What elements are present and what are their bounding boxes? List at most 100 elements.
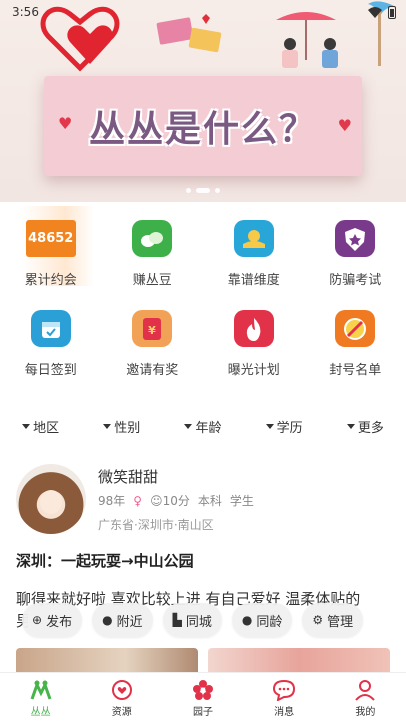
post-username[interactable]: 微笑甜甜 xyxy=(98,466,158,487)
filter-bar: 地区 性别 年龄 学历 更多 xyxy=(0,412,406,440)
grid-item-invite-reward[interactable]: ¥ 邀请有奖 xyxy=(102,296,204,378)
grid-item-label: 曝光计划 xyxy=(227,363,280,378)
post-meta: 98年 ♀ ☺10分 本科 学生 xyxy=(98,492,254,509)
grid-item-exposure-plan[interactable]: 曝光计划 xyxy=(203,296,305,378)
heart-icon: ♥ xyxy=(337,116,352,135)
counter-badge: 48652 xyxy=(25,220,76,257)
chip-label: 发布 xyxy=(46,614,73,630)
tab-garden[interactable]: 园子 xyxy=(173,677,233,718)
grid-item-label: 封号名单 xyxy=(329,363,382,378)
tab-mine[interactable]: 我的 xyxy=(335,677,395,718)
caret-down-icon xyxy=(103,423,112,429)
score-value: 10分 xyxy=(162,494,190,508)
battery-icon xyxy=(388,5,396,19)
manage-button[interactable]: ⚙ 管理 xyxy=(302,603,364,637)
filter-education[interactable]: 学历 xyxy=(265,417,303,436)
carousel-dot xyxy=(186,188,191,193)
chip-label: 管理 xyxy=(327,614,354,630)
chip-label: 附近 xyxy=(116,614,143,630)
birth-year: 98年 xyxy=(98,494,126,508)
tab-messages[interactable]: 消息 xyxy=(254,677,314,718)
post-location: 广东省·深圳市·南山区 xyxy=(98,518,214,532)
top-banner[interactable]: ♥ 丛丛是什么？ ♥ xyxy=(0,0,406,202)
person-icon: ● xyxy=(102,613,113,627)
filter-label: 更多 xyxy=(357,420,384,436)
tab-congcong[interactable]: 丛丛 xyxy=(11,677,71,718)
female-icon: ♀ xyxy=(133,493,143,508)
grid-item-label: 赚丛豆 xyxy=(132,273,172,288)
tab-label: 消息 xyxy=(274,707,295,718)
occupation: 学生 xyxy=(229,494,254,508)
banner-title: 丛丛是什么？ xyxy=(88,109,317,150)
red-envelope-icon: ¥ xyxy=(132,310,173,347)
grid-item-label: 累计约会 xyxy=(24,273,77,288)
flower-icon xyxy=(191,677,215,703)
same-age-button[interactable]: ● 同龄 xyxy=(231,603,293,637)
handshake-icon xyxy=(233,220,274,257)
heart-icon: ♥ xyxy=(58,114,73,133)
grid-item-reliability[interactable]: 靠谱维度 xyxy=(203,206,305,288)
person-icon: ● xyxy=(241,613,253,627)
gear-icon: ⚙ xyxy=(312,613,324,627)
tab-resources[interactable]: 资源 xyxy=(92,677,152,718)
chip-label: 同城 xyxy=(185,614,212,630)
post-image[interactable] xyxy=(208,648,390,674)
bottom-tab-bar: 丛丛 资源 园子 消息 我的 xyxy=(0,672,406,722)
filter-age[interactable]: 年龄 xyxy=(184,417,221,436)
grid-item-anti-fraud-exam[interactable]: 防骗考试 xyxy=(305,206,406,288)
carousel-dot xyxy=(215,188,220,193)
avatar[interactable] xyxy=(16,464,86,534)
status-bar: 3:56 xyxy=(0,0,406,24)
carousel-indicator xyxy=(0,188,406,193)
avatar-face xyxy=(40,490,62,514)
calendar-check-icon xyxy=(30,310,71,347)
grid-item-daily-checkin[interactable]: 每日签到 xyxy=(0,296,102,378)
filter-more[interactable]: 更多 xyxy=(346,417,384,436)
grid-item-label: 每日签到 xyxy=(24,363,77,378)
grid-item-earn-beans[interactable]: 赚丛豆 xyxy=(102,206,204,288)
nearby-button[interactable]: ● 附近 xyxy=(92,603,153,637)
chip-label: 同龄 xyxy=(256,614,283,630)
filter-region[interactable]: 地区 xyxy=(22,417,59,436)
banner-card: ♥ 丛丛是什么？ ♥ xyxy=(44,76,362,176)
quick-action-chips: ⊕ 发布 ● 附近 ▙ 同城 ● 同龄 ⚙ 管理 xyxy=(22,603,364,637)
status-time: 3:56 xyxy=(12,5,39,19)
filter-label: 学历 xyxy=(276,420,303,436)
filter-label: 年龄 xyxy=(195,420,222,436)
chat-bubble-icon xyxy=(272,677,296,703)
tab-label: 丛丛 xyxy=(30,707,51,718)
same-city-button[interactable]: ▙ 同城 xyxy=(162,603,222,637)
feature-grid: 48652 累计约会 赚丛豆 靠谱维度 防骗考试 每日签到 ¥ 邀请有奖 曝光计… xyxy=(0,206,406,378)
counter-value: 48652 xyxy=(28,231,74,246)
tab-label: 园子 xyxy=(192,707,213,718)
caret-down-icon xyxy=(22,423,31,429)
filter-label: 性别 xyxy=(114,420,141,436)
caret-down-icon xyxy=(346,423,355,429)
tab-label: 资源 xyxy=(111,707,132,718)
grid-item-label: 防骗考试 xyxy=(329,273,382,288)
education: 本科 xyxy=(197,494,222,508)
publish-button[interactable]: ⊕ 发布 xyxy=(22,603,83,637)
user-icon xyxy=(353,677,377,703)
city-icon: ▙ xyxy=(172,613,182,627)
plus-circle-icon: ⊕ xyxy=(32,613,43,627)
carousel-dot-active xyxy=(196,188,210,193)
caret-down-icon xyxy=(184,423,193,429)
post-title[interactable]: 深圳：一起玩耍→中山公园 xyxy=(16,550,194,571)
filter-gender[interactable]: 性别 xyxy=(103,417,140,436)
beans-icon xyxy=(132,220,173,257)
heart-chat-icon xyxy=(110,677,134,703)
grid-item-label: 邀请有奖 xyxy=(126,363,179,378)
tab-label: 我的 xyxy=(355,707,376,718)
grid-item-dates-total[interactable]: 48652 累计约会 xyxy=(0,206,102,288)
caret-down-icon xyxy=(265,423,274,429)
filter-label: 地区 xyxy=(33,420,60,436)
post-image[interactable] xyxy=(16,648,198,674)
grid-item-label: 靠谱维度 xyxy=(227,273,280,288)
wifi-icon xyxy=(368,6,382,18)
score: ☺10分 xyxy=(150,492,190,509)
grid-item-ban-list[interactable]: 封号名单 xyxy=(305,296,406,378)
status-icons xyxy=(368,5,396,19)
people-icon xyxy=(29,677,53,703)
smile-icon: ☺ xyxy=(150,494,163,508)
